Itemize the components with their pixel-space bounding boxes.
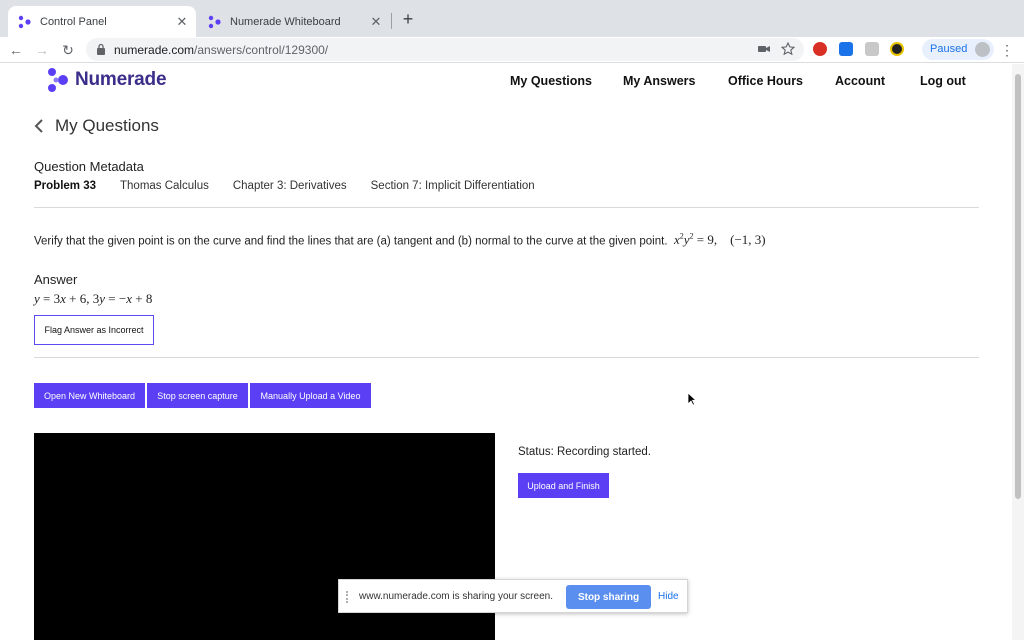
logo[interactable]: Numerade — [47, 68, 167, 92]
nav-my-answers[interactable]: My Answers — [623, 74, 695, 88]
stop-capture-button[interactable]: Stop screen capture — [147, 383, 248, 408]
back-to-my-questions[interactable]: My Questions — [33, 116, 159, 136]
star-icon[interactable] — [781, 42, 795, 56]
url-host: numerade.com — [114, 43, 195, 57]
more-menu-icon[interactable]: ⋮ — [1000, 41, 1014, 59]
nav-office-hours[interactable]: Office Hours — [728, 74, 803, 88]
question-equation: x2y2 = 9, (−1, 3) — [670, 232, 766, 248]
browser-toolbar: ← → ↻ numerade.com/answers/control/12930… — [0, 37, 1024, 63]
tab-title: Numerade Whiteboard — [230, 15, 341, 28]
close-icon[interactable]: ✕ — [368, 14, 384, 30]
close-icon[interactable]: ✕ — [174, 14, 190, 30]
question-text: Verify that the given point is on the cu… — [34, 232, 766, 248]
stop-sharing-button[interactable]: Stop sharing — [566, 585, 651, 609]
tab-title: Control Panel — [40, 15, 107, 28]
lock-icon — [97, 43, 105, 55]
section-title: Section 7: Implicit Differentiation — [370, 180, 535, 192]
nav-my-questions[interactable]: My Questions — [510, 74, 592, 88]
extension-blue-icon[interactable] — [839, 42, 853, 56]
screen-share-bar: www.numerade.com is sharing your screen.… — [338, 579, 688, 613]
forward-arrow-icon[interactable]: → — [32, 40, 52, 60]
open-whiteboard-button[interactable]: Open New Whiteboard — [34, 383, 145, 408]
problem-number: Problem 33 — [34, 180, 96, 192]
paused-label: Paused — [930, 43, 968, 55]
back-arrow-icon[interactable]: ← — [6, 40, 26, 60]
url-path: /answers/control/129300/ — [194, 43, 329, 57]
book-title: Thomas Calculus — [120, 180, 209, 192]
answer-equation: y = 3x + 6, 3y = −x + 8 — [34, 291, 153, 306]
camera-icon[interactable] — [757, 42, 771, 56]
manual-upload-button[interactable]: Manually Upload a Video — [250, 383, 371, 408]
recording-status: Status: Recording started. — [518, 446, 651, 458]
drag-handle-icon[interactable] — [346, 591, 351, 603]
divider — [34, 357, 979, 358]
site-header: Numerade My Questions My Answers Office … — [0, 64, 1010, 102]
answer-label: Answer — [34, 272, 78, 287]
extension-record-icon[interactable] — [890, 42, 904, 56]
flag-answer-button[interactable]: Flag Answer as Incorrect — [34, 315, 154, 345]
metadata-title: Question Metadata — [34, 159, 144, 174]
nav-account[interactable]: Account — [835, 74, 885, 88]
mouse-cursor-icon — [687, 392, 696, 406]
avatar — [975, 42, 990, 57]
numerade-favicon-icon — [208, 15, 221, 28]
tab-control-panel[interactable]: Control Panel ✕ — [8, 6, 196, 37]
chapter-title: Chapter 3: Derivatives — [232, 180, 347, 192]
share-message: www.numerade.com is sharing your screen. — [359, 591, 553, 602]
scrollbar-thumb[interactable] — [1015, 74, 1021, 499]
logo-text: Numerade — [75, 69, 167, 90]
metadata-row: Problem 33 Thomas Calculus Chapter 3: De… — [34, 180, 559, 192]
profile-paused-button[interactable]: Paused — [922, 39, 994, 60]
page-title: My Questions — [55, 116, 159, 135]
tab-numerade-whiteboard[interactable]: Numerade Whiteboard ✕ — [198, 6, 390, 37]
page-scrollbar[interactable] — [1012, 64, 1024, 640]
url-text: numerade.com/answers/control/129300/ — [114, 43, 328, 57]
new-tab-button[interactable]: + — [398, 9, 418, 29]
reload-icon[interactable]: ↻ — [58, 40, 78, 60]
tab-separator — [391, 13, 392, 29]
address-bar[interactable]: numerade.com/answers/control/129300/ — [86, 38, 804, 61]
numerade-logo-icon — [48, 68, 68, 92]
divider — [34, 207, 979, 208]
numerade-favicon-icon — [18, 15, 31, 28]
nav-log-out[interactable]: Log out — [920, 74, 966, 88]
question-body: Verify that the given point is on the cu… — [34, 235, 668, 248]
browser-tab-bar: Control Panel ✕ Numerade Whiteboard ✕ + — [0, 0, 1024, 37]
chevron-left-icon — [34, 119, 43, 133]
extension-gray-icon[interactable] — [865, 42, 879, 56]
extension-abp-icon[interactable] — [813, 42, 827, 56]
upload-finish-button[interactable]: Upload and Finish — [518, 473, 609, 498]
hide-link[interactable]: Hide — [658, 591, 679, 602]
